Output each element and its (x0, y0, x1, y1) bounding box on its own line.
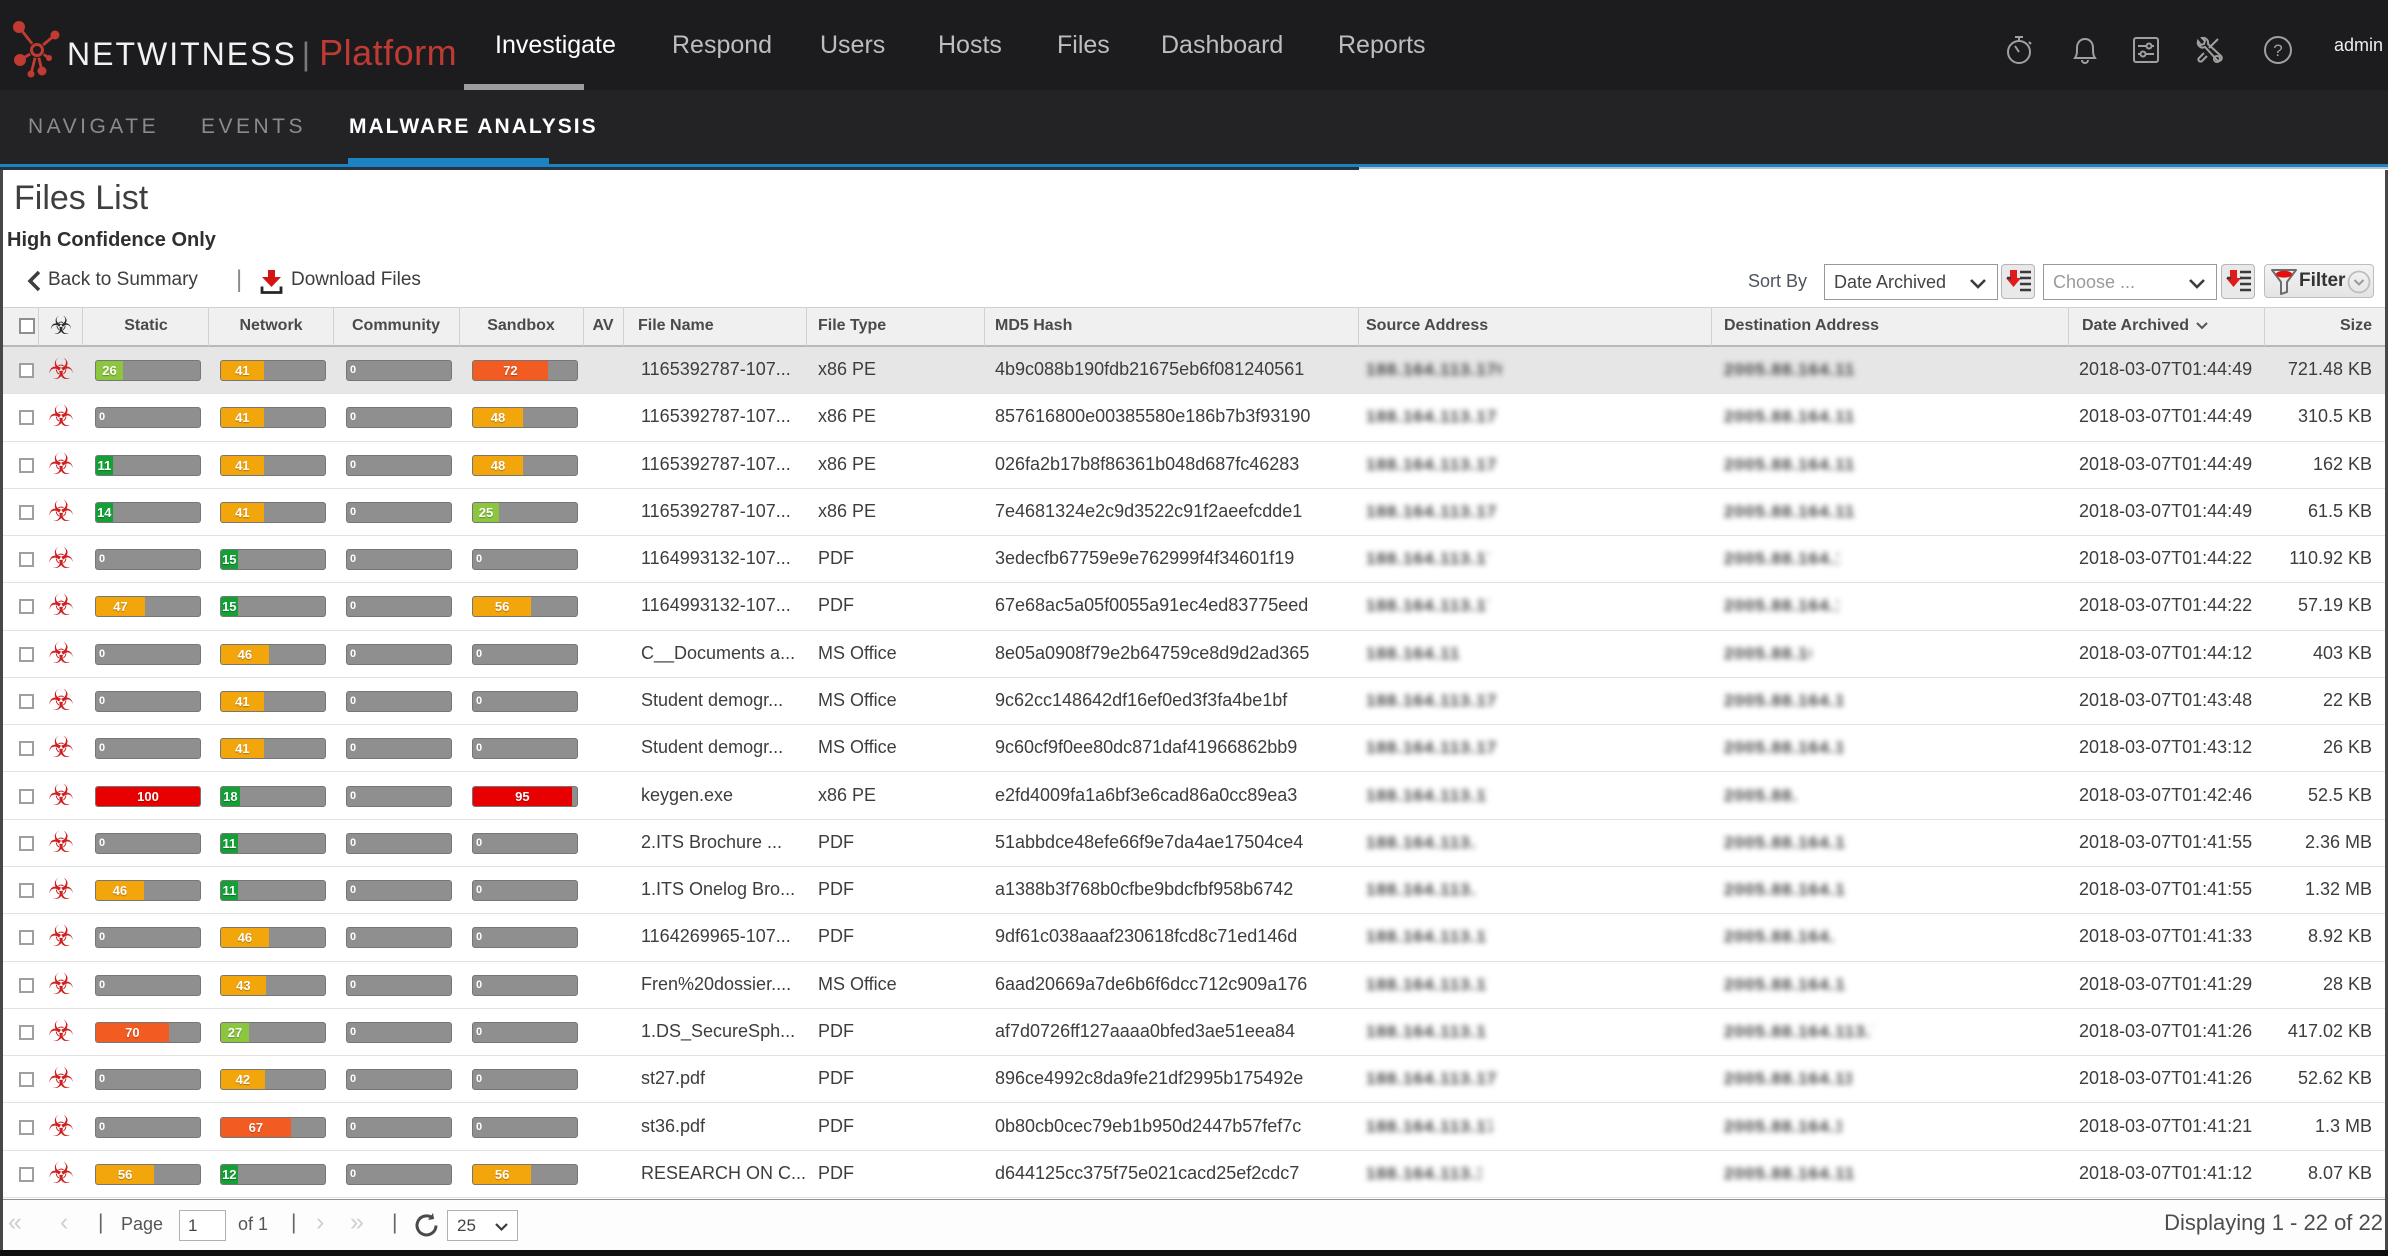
svg-text:?: ? (2273, 41, 2282, 60)
